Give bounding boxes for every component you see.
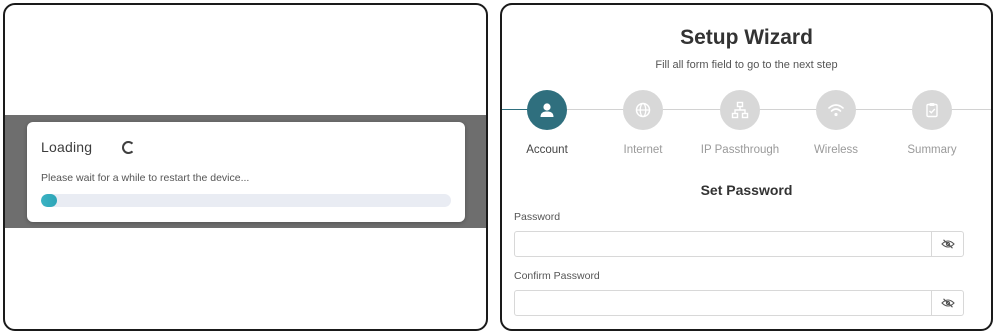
section-title: Set Password	[700, 182, 793, 198]
globe-icon	[623, 90, 663, 130]
step-summary[interactable]: Summary	[887, 90, 977, 156]
progress-bar-fill	[41, 194, 58, 207]
loading-message: Please wait for a while to restart the d…	[41, 172, 250, 184]
loading-panel: Loading Please wait for a while to resta…	[3, 3, 488, 331]
loading-dialog: Loading Please wait for a while to resta…	[27, 122, 465, 222]
confirm-password-field	[514, 290, 964, 316]
wizard-subtitle: Fill all form field to go to the next st…	[655, 59, 838, 71]
loading-title: Loading	[41, 139, 93, 155]
wifi-icon	[816, 90, 856, 130]
step-wireless[interactable]: Wireless	[791, 90, 881, 156]
step-label-wireless: Wireless	[813, 144, 859, 156]
spinner-icon	[122, 141, 135, 154]
network-icon	[720, 90, 760, 130]
password-field	[514, 231, 964, 257]
password-input[interactable]	[515, 232, 931, 256]
step-label-summary: Summary	[907, 144, 957, 156]
user-icon	[527, 90, 567, 130]
step-label-account: Account	[526, 144, 568, 156]
step-internet[interactable]: Internet	[598, 90, 688, 156]
wizard-title: Setup Wizard	[680, 26, 813, 49]
step-label-internet: Internet	[623, 144, 663, 156]
setup-wizard-panel: Setup Wizard Fill all form field to go t…	[500, 3, 993, 331]
eye-off-icon[interactable]	[931, 291, 963, 315]
step-label-ip-passthrough: IP Passthrough	[700, 144, 780, 156]
step-account[interactable]: Account	[502, 90, 592, 156]
progress-bar	[41, 194, 451, 207]
confirm-password-input[interactable]	[515, 291, 931, 315]
password-label: Password	[514, 211, 561, 223]
confirm-password-label: Confirm Password	[514, 270, 600, 282]
step-ip-passthrough[interactable]: IP Passthrough	[695, 90, 785, 156]
eye-off-icon[interactable]	[931, 232, 963, 256]
clipboard-check-icon	[912, 90, 952, 130]
